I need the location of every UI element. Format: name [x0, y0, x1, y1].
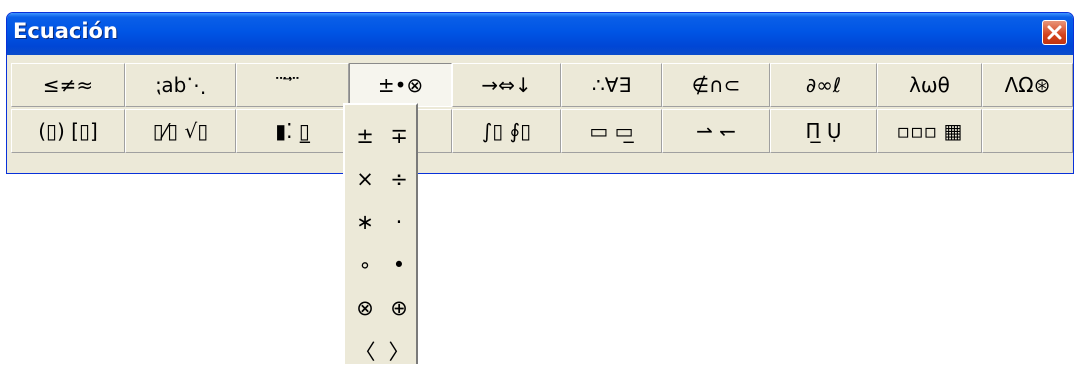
ring-operator-symbol[interactable]: ∘ [349, 248, 381, 282]
matrix-templates-button[interactable]: ▫▫▫ ▦ [877, 109, 982, 153]
dot-operator-symbol[interactable]: · [383, 205, 415, 239]
circled-times-symbol[interactable]: ⊗ [349, 291, 381, 325]
equation-window: Ecuación ≤≠≈ ⁏ab⋱⃛ ⃗ ⃛ ±•⊗ →⇔↓ ∴∀∃ ∉∩⊂ ∂∞ℓ λωθ Λ… [6, 12, 1074, 174]
fence-templates-button[interactable]: (▯) [▯] [11, 109, 125, 153]
divide-symbol[interactable]: ÷ [383, 162, 415, 196]
relational-symbols-button[interactable]: ≤≠≈ [11, 63, 125, 107]
labeled-arrow-templates-button[interactable]: ⇀ ↽ [662, 109, 770, 153]
left-angle-bracket-symbol[interactable]: 〈 [349, 334, 381, 368]
arrow-symbols-button[interactable]: →⇔↓ [452, 63, 561, 107]
equation-toolbar: ≤≠≈ ⁏ab⋱⃛ ⃗ ⃛ ±•⊗ →⇔↓ ∴∀∃ ∉∩⊂ ∂∞ℓ λωθ ΛΩ⊛ (▯) [▯… [7, 55, 1073, 173]
logical-symbols-button[interactable]: ∴∀∃ [561, 63, 662, 107]
window-title: Ecuación [13, 19, 118, 43]
empty-slot [982, 109, 1073, 153]
subscript-superscript-templates-button[interactable]: ▮⁚ ▯̲ [236, 109, 349, 153]
minus-plus-symbol[interactable]: ∓ [383, 119, 415, 153]
title-bar[interactable]: Ecuación [7, 13, 1073, 55]
circled-plus-symbol[interactable]: ⊕ [383, 291, 415, 325]
product-set-theory-templates-button[interactable]: Π̲ Ụ [770, 109, 877, 153]
misc-symbols-button[interactable]: ∂∞ℓ [770, 63, 877, 107]
greek-uppercase-button[interactable]: ΛΩ⊛ [982, 63, 1073, 107]
set-theory-symbols-button[interactable]: ∉∩⊂ [662, 63, 770, 107]
greek-lowercase-button[interactable]: λωθ [877, 63, 982, 107]
times-symbol[interactable]: × [349, 162, 381, 196]
integral-templates-button[interactable]: ∫▯ ∮▯ [452, 109, 561, 153]
embellishments-button[interactable]: ⃛ ⃗ ⃛ [236, 63, 349, 107]
operator-symbols-button[interactable]: ±•⊗ [349, 63, 452, 107]
underbar-overbar-templates-button[interactable]: ▭ ▭̲ [561, 109, 662, 153]
close-icon [1047, 25, 1062, 40]
spaces-ellipses-button[interactable]: ⁏ab⋱ [125, 63, 236, 107]
asterisk-symbol[interactable]: ∗ [349, 205, 381, 239]
fraction-radical-templates-button[interactable]: ▯⁄▯ √▯ [125, 109, 236, 153]
plus-minus-symbol[interactable]: ± [349, 119, 381, 153]
close-button[interactable] [1042, 20, 1067, 45]
bullet-operator-symbol[interactable]: • [383, 248, 415, 282]
operator-symbols-palette: ± ∓ × ÷ ∗ · ∘ • ⊗ ⊕ 〈〉 [343, 103, 418, 364]
right-angle-bracket-symbol[interactable]: 〉 [383, 334, 415, 368]
